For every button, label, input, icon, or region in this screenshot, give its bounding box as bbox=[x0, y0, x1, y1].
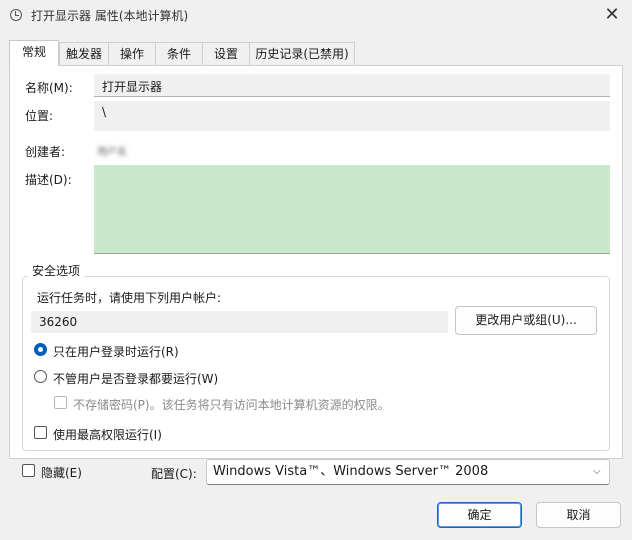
no-store-password-label: 不存储密码(P)。该任务将只有访问本地计算机资源的权限。 bbox=[73, 398, 390, 412]
user-account-field: 36260 bbox=[31, 311, 448, 333]
change-user-button[interactable]: 更改用户或组(U)... bbox=[455, 306, 597, 335]
tab-settings[interactable]: 设置 bbox=[202, 42, 250, 65]
tab-general[interactable]: 常规 bbox=[9, 40, 59, 66]
run-as-label: 运行任务时，请使用下列用户帐户: bbox=[37, 291, 222, 305]
author-value: 用户名 bbox=[97, 147, 127, 158]
chevron-down-icon: ⌵ bbox=[593, 466, 601, 477]
title-bar: 打开显示器 属性(本地计算机) ✕ bbox=[0, 0, 632, 32]
name-label: 名称(M): bbox=[25, 81, 73, 95]
tab-triggers[interactable]: 触发器 bbox=[59, 42, 109, 65]
author-label: 创建者: bbox=[25, 145, 66, 159]
clock-icon bbox=[10, 9, 22, 21]
highest-privileges-checkbox[interactable] bbox=[34, 426, 47, 439]
configure-label: 配置(C): bbox=[151, 467, 197, 481]
location-label: 位置: bbox=[25, 109, 54, 123]
tab-conditions[interactable]: 条件 bbox=[155, 42, 203, 65]
location-field: \ bbox=[94, 101, 610, 131]
hidden-label[interactable]: 隐藏(E) bbox=[41, 464, 82, 481]
no-store-password-checkbox[interactable] bbox=[54, 396, 67, 409]
radio-run-logged-on[interactable] bbox=[34, 343, 47, 356]
security-options-legend: 安全选项 bbox=[28, 262, 85, 279]
tab-actions[interactable]: 操作 bbox=[108, 42, 156, 65]
tab-history[interactable]: 历史记录(已禁用) bbox=[249, 42, 355, 65]
configure-select-value: Windows Vista™、Windows Server™ 2008 bbox=[213, 464, 489, 479]
ok-button[interactable]: 确定 bbox=[437, 502, 522, 528]
configure-select[interactable]: Windows Vista™、Windows Server™ 2008 ⌵ bbox=[206, 459, 610, 485]
cancel-button[interactable]: 取消 bbox=[536, 502, 621, 528]
close-button[interactable]: ✕ bbox=[600, 6, 624, 26]
radio-run-logged-on-label[interactable]: 只在用户登录时运行(R) bbox=[53, 343, 179, 360]
window-title: 打开显示器 属性(本地计算机) bbox=[31, 9, 189, 23]
description-label: 描述(D): bbox=[25, 173, 72, 187]
radio-run-whether-label[interactable]: 不管用户是否登录都要运行(W) bbox=[53, 370, 218, 387]
highest-privileges-label[interactable]: 使用最高权限运行(I) bbox=[53, 426, 162, 443]
radio-run-whether[interactable] bbox=[34, 370, 47, 383]
description-textarea[interactable] bbox=[94, 165, 610, 254]
hidden-checkbox[interactable] bbox=[22, 464, 35, 477]
name-field[interactable]: 打开显示器 bbox=[94, 74, 610, 97]
